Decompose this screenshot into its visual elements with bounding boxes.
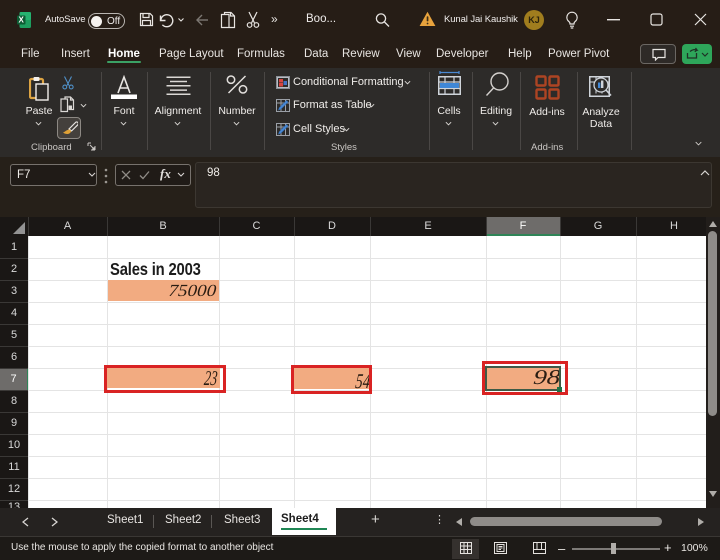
svg-text:X: X [19,16,25,25]
